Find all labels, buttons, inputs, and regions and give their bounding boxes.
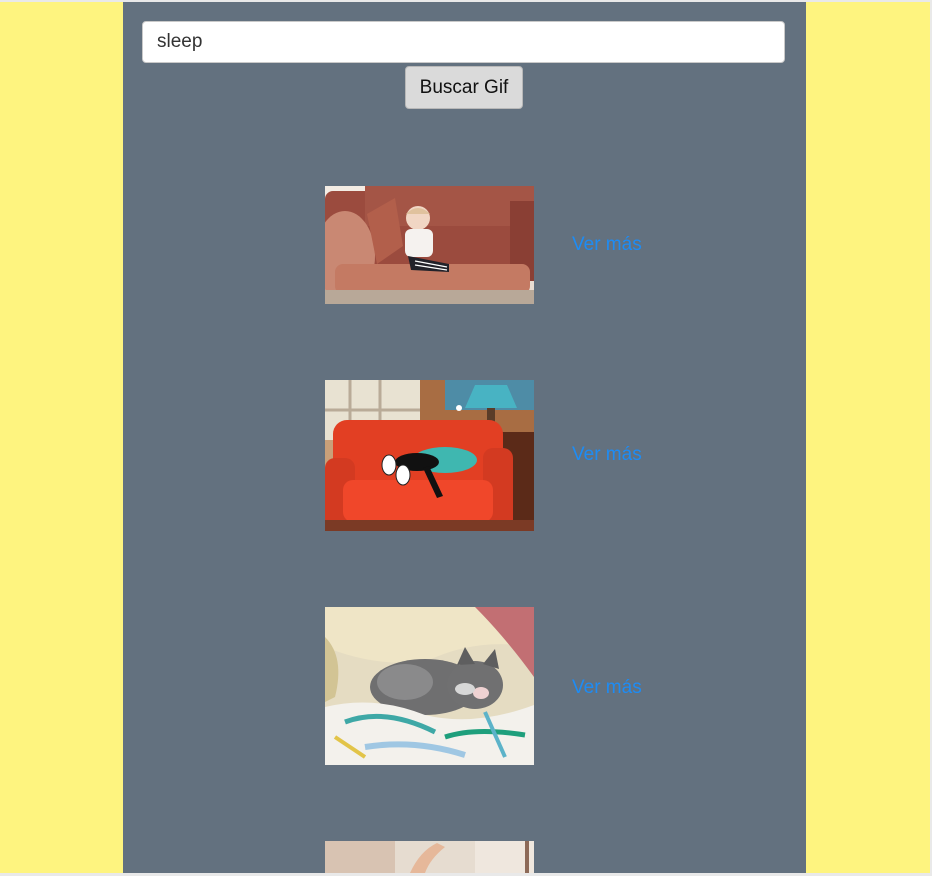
main-panel: Buscar Gif Ver más [123,2,806,873]
ver-mas-link[interactable]: Ver más [572,234,642,256]
gif-baby-on-sofa-image[interactable] [325,186,534,304]
result-item [123,841,806,873]
gif-hand-image[interactable] [325,841,534,873]
gif-kitten-sleeping-image[interactable] [325,607,534,765]
search-button[interactable]: Buscar Gif [405,66,523,109]
ver-mas-link[interactable]: Ver más [572,444,642,466]
ver-mas-link[interactable]: Ver más [572,677,642,699]
result-item: Ver más [123,186,806,304]
result-item: Ver más [123,380,806,531]
search-input[interactable] [142,21,785,63]
gif-cartoon-cat-sleeping-image[interactable] [325,380,534,531]
result-item: Ver más [123,607,806,765]
